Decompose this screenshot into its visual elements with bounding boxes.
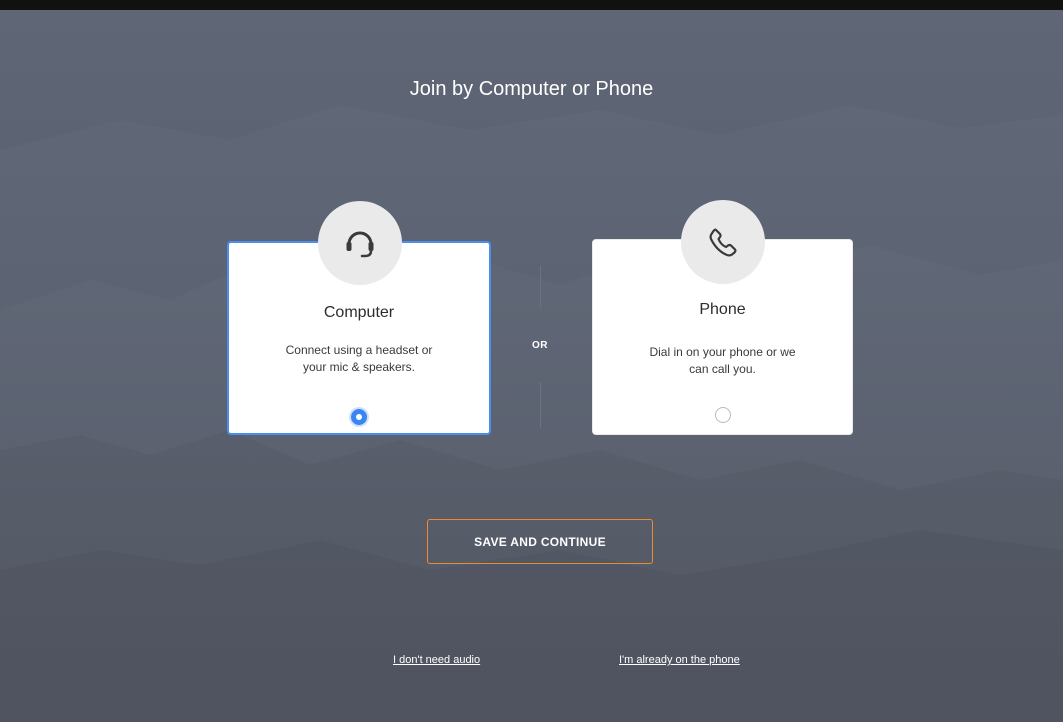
save-and-continue-button[interactable]: SAVE AND CONTINUE	[427, 519, 653, 564]
computer-radio-selected[interactable]	[351, 409, 367, 425]
already-on-phone-link[interactable]: I'm already on the phone	[619, 654, 740, 666]
computer-description-line-2: your mic & speakers.	[302, 360, 416, 374]
background-mountains	[0, 430, 1063, 722]
no-audio-link[interactable]: I don't need audio	[393, 654, 480, 666]
computer-option-description: Connect using a headset or your mic & sp…	[229, 342, 489, 376]
headset-icon	[318, 201, 402, 285]
divider-line-bottom	[540, 382, 541, 428]
window-top-bar	[0, 0, 1063, 10]
phone-radio-unselected[interactable]	[715, 407, 731, 423]
phone-description-line-1: Dial in on your phone or we	[649, 345, 796, 359]
page-title: Join by Computer or Phone	[409, 78, 654, 100]
divider-line-top	[540, 266, 541, 308]
or-separator: OR	[532, 340, 548, 351]
phone-description-line-2: can call you.	[689, 362, 756, 376]
phone-option-title: Phone	[699, 301, 746, 318]
phone-icon	[681, 200, 765, 284]
phone-option-card[interactable]: Phone Dial in on your phone or we can ca…	[592, 200, 853, 435]
phone-option-description: Dial in on your phone or we can call you…	[593, 344, 852, 378]
computer-option-card[interactable]: Computer Connect using a headset or your…	[227, 201, 491, 435]
join-audio-screen: Join by Computer or Phone OR	[0, 10, 1063, 722]
computer-description-line-1: Connect using a headset or	[285, 343, 433, 357]
computer-option-title: Computer	[323, 304, 395, 321]
